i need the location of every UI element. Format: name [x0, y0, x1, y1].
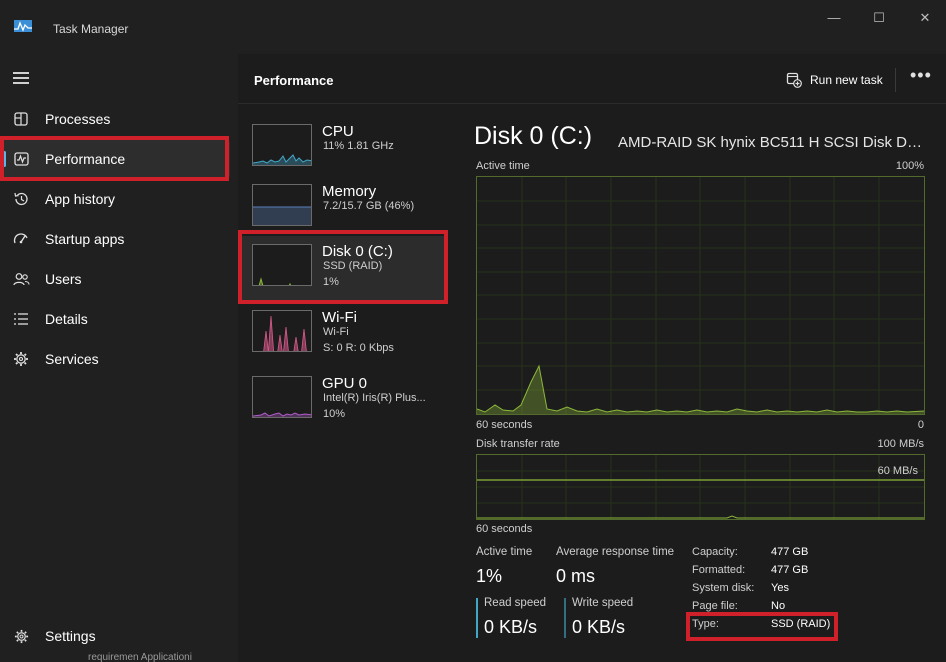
sidebar-item-label: Users [45, 271, 82, 287]
device-name: Memory [322, 183, 377, 200]
type-label: Type: [692, 618, 719, 630]
write-speed-value: 0 KB/s [572, 617, 626, 637]
disk-model-name: AMD-RAID SK hynix BC511 H SCSI Disk Devi… [618, 134, 926, 151]
active-time-graph-label: Active time [476, 160, 530, 172]
sidebar-item-startup-apps[interactable]: Startup apps [0, 219, 230, 259]
page-file-label: Page file: [692, 600, 738, 612]
device-detail: SSD (RAID) [323, 260, 383, 272]
gpu-thumbnail-graph [252, 376, 312, 418]
page-file-value: No [771, 600, 786, 612]
write-speed-indicator [564, 598, 566, 638]
transfer-rate-mid-label: 60 MB/s [877, 465, 918, 477]
run-new-task-label: Run new task [810, 73, 883, 87]
device-gpu-0[interactable]: GPU 0 Intel(R) Iris(R) Plus... 10% [238, 368, 448, 434]
background-window-text: requiremen Applicationi [88, 652, 192, 662]
sidebar-item-performance[interactable]: Performance [0, 139, 230, 179]
formatted-value: 477 GB [771, 564, 809, 576]
cpu-thumbnail-graph [252, 124, 312, 166]
system-disk-value: Yes [771, 582, 789, 594]
window-title: Task Manager [53, 22, 129, 36]
avg-response-time-value: 0 ms [556, 566, 596, 586]
transfer-rate-graph-time: 60 seconds [476, 523, 533, 535]
device-detail: Intel(R) Iris(R) Plus... [323, 392, 426, 404]
sidebar-item-label: Processes [45, 111, 111, 127]
transfer-rate-graph-max: 100 MB/s [877, 438, 924, 450]
run-task-icon [786, 72, 802, 88]
write-speed-label: Write speed [572, 597, 634, 609]
processes-icon [12, 111, 30, 127]
capacity-value: 477 GB [771, 546, 809, 558]
performance-icon [12, 151, 30, 167]
device-usage: 10% [323, 408, 346, 420]
device-detail: 7.2/15.7 GB (46%) [323, 200, 415, 212]
close-button[interactable]: ✕ [917, 10, 933, 26]
services-icon [12, 351, 30, 367]
device-wifi[interactable]: Wi-Fi Wi-Fi S: 0 R: 0 Kbps [238, 302, 448, 368]
title-bar: Task Manager — ☐ ✕ [0, 0, 946, 54]
device-name: GPU 0 [322, 375, 368, 392]
main-panel: Performance Run new task ••• CPU 11% 1.8… [238, 54, 946, 662]
avg-response-time-label: Average response time [556, 546, 675, 558]
capacity-label: Capacity: [692, 546, 738, 558]
users-icon [12, 271, 30, 287]
wifi-thumbnail-graph [252, 310, 312, 352]
device-name: Disk 0 (C:) [322, 243, 393, 260]
page-title: Performance [254, 73, 334, 88]
device-cpu[interactable]: CPU 11% 1.81 GHz [238, 116, 448, 182]
minimize-button[interactable]: — [826, 10, 842, 26]
device-detail: Wi-Fi [323, 326, 349, 338]
header-divider [895, 68, 896, 92]
device-memory[interactable]: Memory 7.2/15.7 GB (46%) [238, 176, 448, 242]
details-icon [12, 311, 30, 327]
transfer-rate-graph: 60 MB/s [476, 454, 925, 520]
more-options-button[interactable]: ••• [910, 66, 932, 84]
settings-label: Settings [45, 628, 96, 644]
hamburger-menu-icon[interactable] [13, 72, 29, 84]
settings-gear-icon [12, 628, 30, 644]
history-icon [12, 191, 30, 207]
read-speed-label: Read speed [484, 597, 547, 609]
device-usage: 1% [323, 276, 339, 288]
sidebar-item-label: Services [45, 351, 99, 367]
type-value: SSD (RAID) [771, 618, 831, 630]
read-speed-indicator [476, 598, 478, 638]
active-time-label: Active time [476, 546, 533, 558]
active-time-value: 1% [476, 566, 503, 586]
sidebar-item-label: Details [45, 311, 88, 327]
sidebar-item-label: App history [45, 191, 116, 207]
system-disk-label: System disk: [692, 582, 755, 594]
sidebar-item-app-history[interactable]: App history [0, 179, 230, 219]
detail-title: Disk 0 (C:) [474, 122, 593, 150]
active-time-graph-min: 0 [917, 419, 924, 431]
device-name: CPU [322, 123, 354, 140]
read-speed-value: 0 KB/s [484, 617, 538, 637]
sidebar-item-label: Startup apps [45, 231, 125, 247]
active-time-graph-time: 60 seconds [476, 419, 533, 431]
transfer-rate-graph-label: Disk transfer rate [476, 438, 560, 450]
main-header: Performance Run new task ••• [238, 54, 946, 104]
disk-thumbnail-graph [252, 244, 312, 286]
maximize-button[interactable]: ☐ [871, 10, 887, 26]
device-usage: S: 0 R: 0 Kbps [323, 342, 394, 354]
device-name: Wi-Fi [322, 309, 357, 326]
sidebar-item-label: Performance [45, 151, 126, 167]
device-disk-0[interactable]: Disk 0 (C:) SSD (RAID) 1% [238, 236, 448, 302]
memory-thumbnail-graph [252, 184, 312, 226]
sidebar-item-settings[interactable]: Settings [0, 616, 230, 656]
device-detail: 11% 1.81 GHz [323, 140, 394, 152]
task-manager-icon [14, 20, 32, 32]
sidebar: Processes Performance App history Startu… [0, 54, 238, 662]
formatted-label: Formatted: [692, 564, 746, 576]
sidebar-item-services[interactable]: Services [0, 339, 230, 379]
active-time-graph-max: 100% [895, 160, 924, 172]
run-new-task-button[interactable]: Run new task [786, 69, 883, 91]
sidebar-item-users[interactable]: Users [0, 259, 230, 299]
startup-icon [12, 231, 30, 247]
sidebar-item-processes[interactable]: Processes [0, 99, 230, 139]
sidebar-item-details[interactable]: Details [0, 299, 230, 339]
active-time-graph [476, 176, 925, 415]
